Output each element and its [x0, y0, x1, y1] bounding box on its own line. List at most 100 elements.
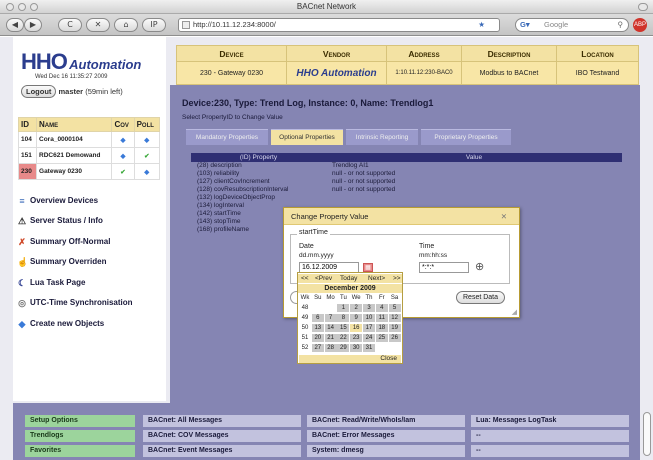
device-name[interactable]: Cora_0000104	[36, 131, 113, 148]
home-button[interactable]: ⌂	[114, 18, 138, 32]
forward-button[interactable]: ▶	[24, 18, 42, 32]
table-row[interactable]: (132) logDeviceObjectProp	[191, 194, 622, 202]
bacnet-event-messages-link[interactable]: BACnet: Event Messages	[143, 445, 301, 457]
day-cell[interactable]: 30	[350, 344, 363, 352]
device-name[interactable]: Gateway 0230	[36, 163, 113, 180]
day-cell[interactable]: 6	[311, 314, 324, 322]
poll-diamond-icon[interactable]: ◆	[133, 163, 161, 180]
bacnet-all-messages-link[interactable]: BACnet: All Messages	[143, 415, 301, 427]
empty-link[interactable]: --	[471, 445, 629, 457]
day-cell[interactable]: 19	[388, 324, 401, 332]
property-id[interactable]: (127) clientCovIncrement	[191, 178, 326, 186]
poll-check-icon[interactable]: ✔	[133, 147, 161, 164]
scrollbar[interactable]	[643, 412, 651, 456]
day-cell[interactable]: 3	[363, 304, 375, 312]
table-row[interactable]: (103) reliability null - or not supported	[191, 170, 622, 178]
prev-year-button[interactable]: <<	[301, 274, 309, 283]
tab-proprietary[interactable]: Proprietary Properties	[421, 129, 511, 145]
property-id[interactable]: (28) description	[191, 162, 326, 170]
calendar-icon[interactable]: ▦	[363, 263, 373, 272]
tab-intrinsic[interactable]: Intrinsic Reporting	[346, 129, 418, 145]
minimize-window-icon[interactable]	[18, 3, 26, 11]
bacnet-read-write-link[interactable]: BACnet: Read/Write/WhoIs/Iam	[307, 415, 465, 427]
toolbar-toggle-icon[interactable]	[638, 3, 648, 11]
tab-optional[interactable]: Optional Properties	[271, 129, 343, 145]
device-name[interactable]: RDC621 Demowand	[36, 147, 113, 164]
ip-button[interactable]: IP	[142, 18, 166, 32]
day-cell[interactable]: 23	[350, 334, 363, 342]
day-cell[interactable]: 31	[363, 344, 375, 352]
day-cell[interactable]: 22	[337, 334, 350, 342]
day-cell[interactable]: 12	[388, 314, 401, 322]
resize-handle-icon[interactable]: ◢	[512, 308, 517, 316]
stop-button[interactable]: ✕	[86, 18, 110, 32]
nav-server-status[interactable]: ⚠ Server Status / Info	[18, 215, 103, 227]
day-cell[interactable]: 20	[311, 334, 324, 342]
table-row[interactable]: (28) description Trendlog AI1	[191, 162, 622, 170]
table-row[interactable]: 151 RDC621 Demowand ◆ ✔	[17, 147, 161, 164]
next-year-button[interactable]: >>	[393, 274, 401, 283]
dialog-title-bar[interactable]: Change Property Value ✕	[284, 208, 519, 225]
day-cell[interactable]: 29	[337, 344, 350, 352]
day-cell[interactable]: 13	[311, 324, 324, 332]
day-cell[interactable]: 4	[375, 304, 388, 312]
calendar-close-button[interactable]: Close	[380, 355, 397, 362]
logout-button[interactable]: Logout	[21, 85, 57, 98]
bacnet-cov-messages-link[interactable]: BACnet: COV Messages	[143, 430, 301, 442]
trendlogs-link[interactable]: Trendlogs	[25, 430, 135, 442]
system-dmesg-link[interactable]: System: dmesg	[307, 445, 465, 457]
search-engine-icon[interactable]: G▾	[520, 19, 530, 31]
day-cell[interactable]: 21	[324, 334, 337, 342]
table-row[interactable]: 230 Gateway 0230 ✔ ◆	[17, 163, 161, 180]
next-month-button[interactable]: Next>	[368, 274, 385, 283]
property-id[interactable]: (128) covResubscriptionInterval	[191, 186, 326, 194]
cov-diamond-icon[interactable]: ◆	[111, 131, 135, 148]
day-cell[interactable]: 8	[337, 314, 350, 322]
nav-create-new-objects[interactable]: ◆ Create new Objects	[19, 318, 105, 330]
day-cell[interactable]: 11	[375, 314, 388, 322]
nav-lua-task-page[interactable]: ☾ Lua Task Page	[18, 277, 85, 289]
search-icon[interactable]: ⚲	[618, 19, 624, 31]
nav-summary-off-normal[interactable]: ✗ Summary Off-Normal	[18, 236, 110, 248]
day-cell[interactable]: 28	[324, 344, 337, 352]
day-cell[interactable]: 26	[388, 334, 401, 342]
table-row[interactable]: (127) clientCovIncrement null - or not su…	[191, 178, 622, 186]
search-field[interactable]: G▾ Google ⚲	[515, 18, 629, 32]
nav-utc-time-sync[interactable]: ◎ UTC-Time Synchronisation	[18, 297, 132, 309]
day-cell[interactable]: 10	[363, 314, 375, 322]
day-cell[interactable]: 24	[363, 334, 375, 342]
day-cell[interactable]: 7	[324, 314, 337, 322]
zoom-window-icon[interactable]	[30, 3, 38, 11]
day-cell[interactable]: 17	[363, 324, 375, 332]
url-field[interactable]: http://10.11.12.234:8000/ ★	[178, 18, 500, 32]
property-id[interactable]: (132) logDeviceObjectProp	[191, 194, 326, 202]
property-id[interactable]: (103) reliability	[191, 170, 326, 178]
day-cell[interactable]: 16	[350, 324, 363, 332]
day-cell[interactable]: 27	[311, 344, 324, 352]
empty-link[interactable]: --	[471, 430, 629, 442]
back-button[interactable]: ◀	[6, 18, 24, 32]
day-cell[interactable]: 1	[337, 304, 350, 312]
nav-summary-overriden[interactable]: ☝ Summary Overriden	[17, 256, 106, 268]
cov-diamond-icon[interactable]: ◆	[111, 147, 135, 164]
close-window-icon[interactable]	[6, 3, 14, 11]
favorites-link[interactable]: Favorites	[25, 445, 135, 457]
day-cell[interactable]: 25	[375, 334, 388, 342]
prev-month-button[interactable]: <Prev	[315, 274, 332, 283]
day-cell[interactable]: 5	[388, 304, 401, 312]
nav-overview-devices[interactable]: ≡ Overview Devices	[19, 195, 98, 207]
tab-mandatory[interactable]: Mandatory Properties	[186, 129, 268, 145]
table-row[interactable]: (128) covResubscriptionInterval null - or…	[191, 186, 622, 194]
time-input[interactable]	[419, 262, 469, 273]
day-cell[interactable]: 2	[350, 304, 363, 312]
cov-check-icon[interactable]: ✔	[111, 163, 135, 180]
poll-diamond-icon[interactable]: ◆	[133, 131, 161, 148]
day-cell[interactable]: 18	[375, 324, 388, 332]
bookmark-star-icon[interactable]: ★	[478, 19, 485, 31]
close-icon[interactable]: ✕	[501, 208, 507, 225]
bacnet-error-messages-link[interactable]: BACnet: Error Messages	[307, 430, 465, 442]
day-cell[interactable]: 9	[350, 314, 363, 322]
reset-data-button[interactable]: Reset Data	[456, 291, 506, 304]
adblock-icon[interactable]: ABP	[633, 18, 647, 32]
today-button[interactable]: Today	[340, 274, 357, 283]
